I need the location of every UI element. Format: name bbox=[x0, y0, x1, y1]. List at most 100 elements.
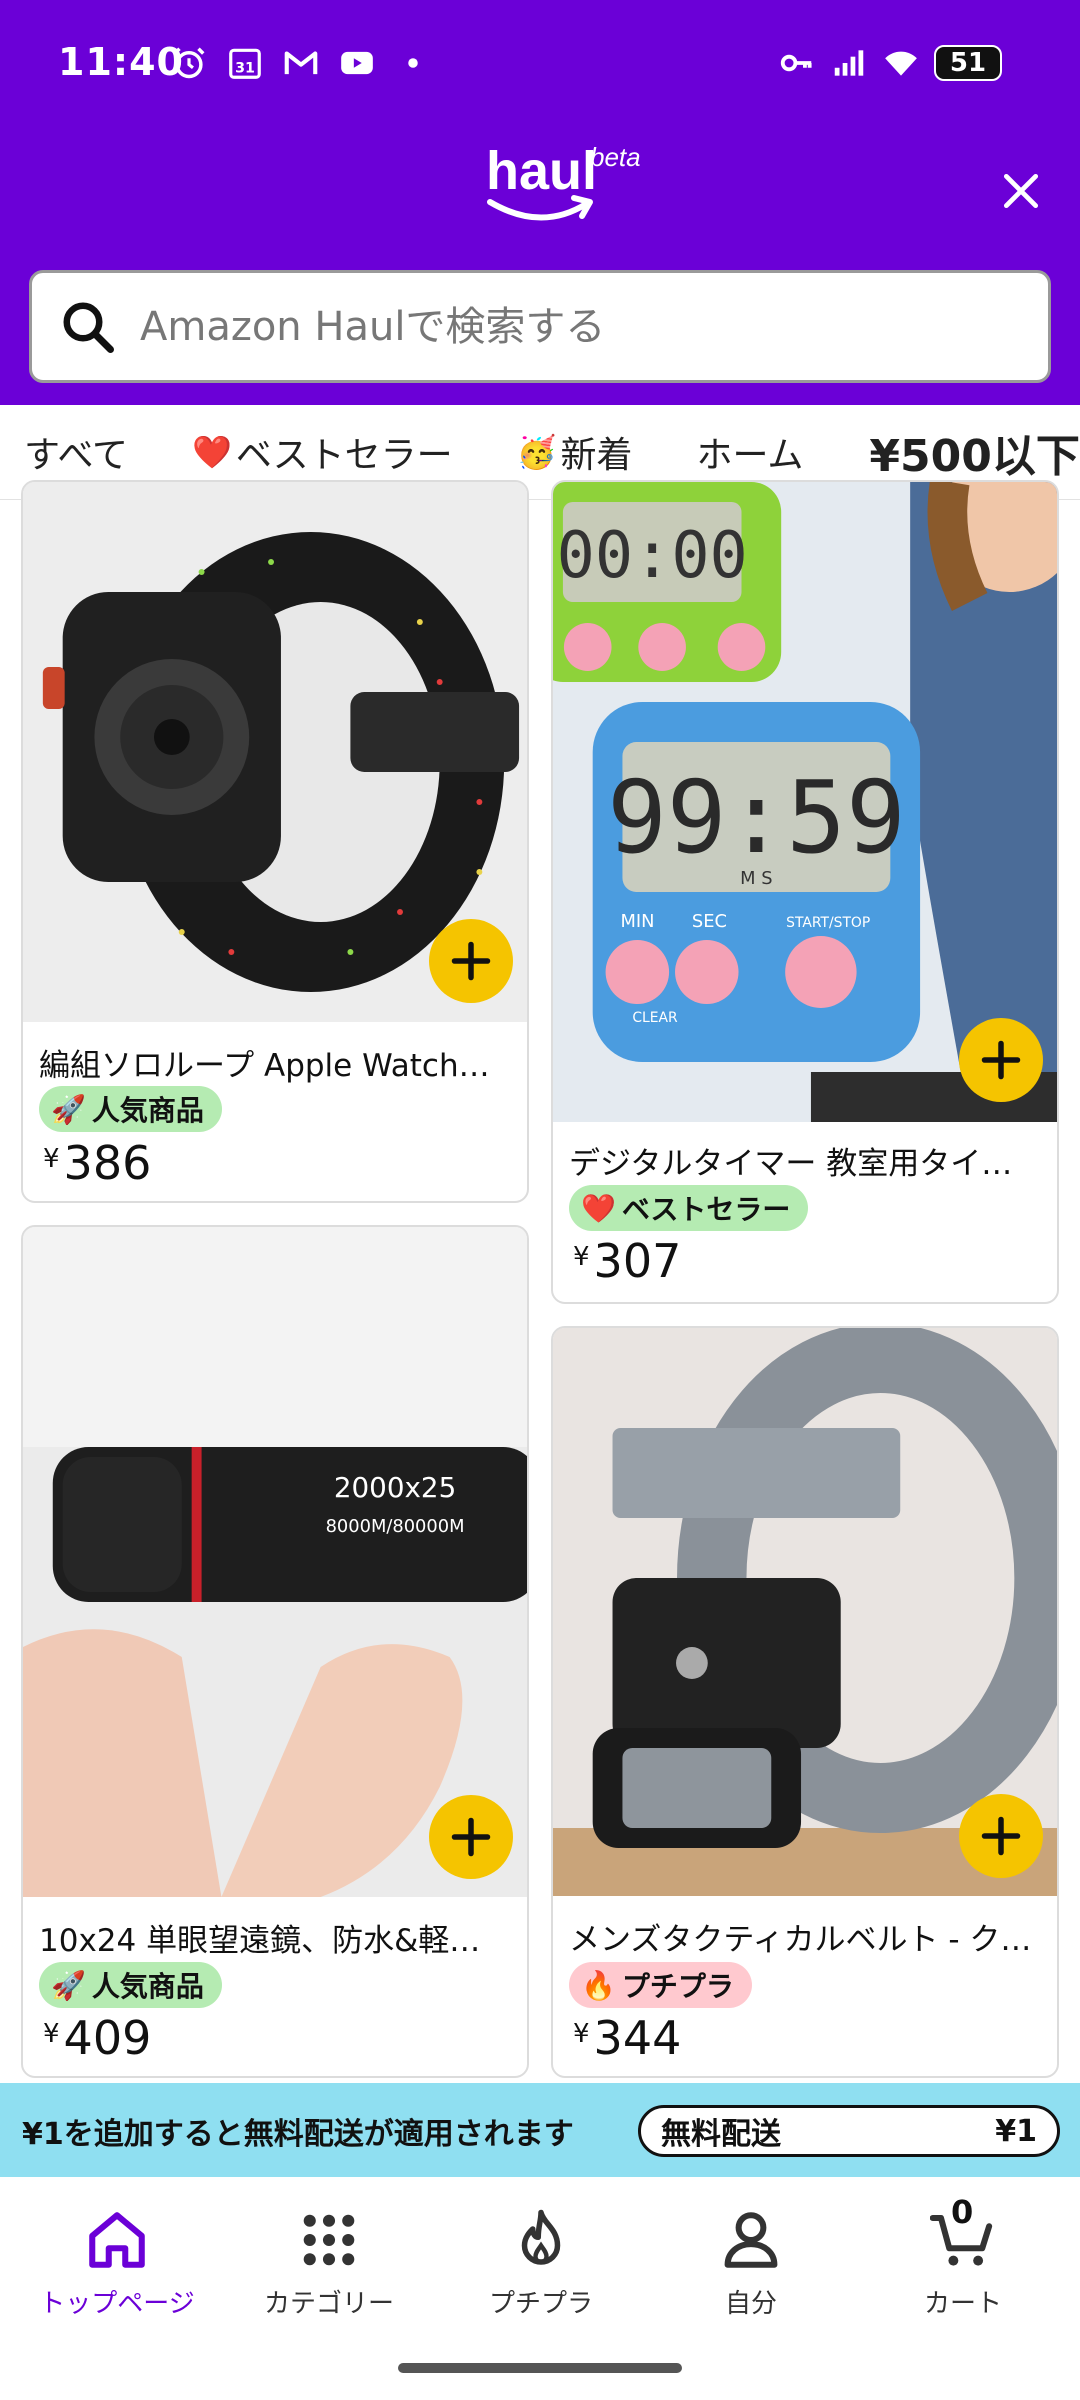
gmail-icon bbox=[282, 44, 320, 82]
calendar-day: 31 bbox=[235, 61, 255, 77]
nav-item-top-page[interactable]: トップページ bbox=[17, 2207, 217, 2320]
price-value: 344 bbox=[593, 2011, 682, 2065]
haul-logo: haul beta bbox=[486, 140, 646, 235]
battery-indicator: 51 bbox=[934, 45, 1002, 81]
search-bar[interactable] bbox=[29, 270, 1051, 383]
badge-label: プチプラ bbox=[621, 1970, 734, 2003]
haul-home-screen: 11:40 31 51 haul beta Amazon Haulで検索する す… bbox=[0, 0, 1080, 2400]
free-shipping-amount: ¥1 bbox=[995, 2113, 1037, 2149]
nav-label: プチプラ bbox=[488, 2289, 593, 2319]
scope-magnification-text: 2000x25 bbox=[334, 1471, 456, 1504]
rocket-icon: 🚀 bbox=[51, 1968, 86, 2002]
nav-item-account[interactable]: 自分 bbox=[651, 2207, 851, 2320]
more-notifications-dot-icon bbox=[394, 44, 432, 82]
timer-back-display: 00:00 bbox=[557, 519, 748, 593]
status-badge: 🔥 プチプラ bbox=[569, 1962, 752, 2008]
timer-ms-label: M S bbox=[740, 868, 772, 889]
add-to-cart-button[interactable] bbox=[959, 1794, 1043, 1878]
badge-label: 人気商品 bbox=[91, 1094, 204, 1127]
tab-under-500[interactable]: ¥500以下 bbox=[869, 420, 1079, 484]
product-price: ¥ 409 bbox=[43, 2011, 151, 2065]
logo-smile-icon bbox=[487, 195, 593, 221]
nav-item-petit-price[interactable]: プチプラ bbox=[441, 2207, 641, 2320]
nav-item-categories[interactable]: カテゴリー bbox=[229, 2207, 429, 2320]
plus-icon bbox=[981, 1040, 1021, 1080]
alarm-icon bbox=[170, 44, 208, 82]
nav-label: トップページ bbox=[39, 2289, 195, 2319]
shipping-message: ¥1を追加すると無料配送が適用されます bbox=[22, 2117, 574, 2152]
tab-new-arrivals[interactable]: 🥳 新着 bbox=[517, 426, 633, 478]
product-title: 編組ソロループ Apple Watch用… bbox=[39, 1048, 511, 1084]
heart-icon: ❤️ bbox=[192, 433, 232, 471]
system-icons: 51 bbox=[778, 44, 1002, 82]
currency-symbol: ¥ bbox=[573, 2019, 590, 2049]
add-to-cart-button[interactable] bbox=[959, 1018, 1043, 1102]
close-button[interactable] bbox=[990, 160, 1052, 222]
add-to-cart-button[interactable] bbox=[429, 919, 513, 1003]
close-icon bbox=[1003, 173, 1039, 209]
product-card[interactable]: 00:00 99:59 M S MIN SEC START/STOP CLEAR bbox=[551, 480, 1059, 1304]
status-badge: 🚀 人気商品 bbox=[39, 1086, 222, 1132]
tab-label: すべて bbox=[24, 435, 129, 476]
heart-icon: ❤️ bbox=[581, 1191, 616, 1225]
tab-label: ベストセラー bbox=[235, 435, 453, 476]
free-shipping-banner[interactable]: ¥1を追加すると無料配送が適用されます 無料配送 ¥1 bbox=[0, 2083, 1080, 2177]
timer-clear-label: CLEAR bbox=[632, 1010, 678, 1026]
status-time: 11:40 bbox=[58, 40, 184, 84]
home-icon bbox=[89, 2212, 145, 2268]
product-price: ¥ 386 bbox=[43, 1136, 151, 1190]
header: 11:40 31 51 haul beta Amazon Haulで検索する bbox=[0, 0, 1080, 405]
free-shipping-label: 無料配送 bbox=[661, 2117, 781, 2152]
notification-icons: 31 bbox=[170, 44, 432, 82]
person-icon bbox=[724, 2212, 778, 2268]
price-value: 307 bbox=[593, 1234, 682, 1288]
product-card[interactable]: メンズタクティカルベルト - ク… 🔥 プチプラ ¥ 344 bbox=[551, 1326, 1059, 2078]
status-badge: 🚀 人気商品 bbox=[39, 1962, 222, 2008]
free-shipping-progress-pill: 無料配送 ¥1 bbox=[638, 2105, 1060, 2157]
plus-icon bbox=[451, 1817, 491, 1857]
cell-signal-icon bbox=[830, 44, 868, 82]
currency-symbol: ¥ bbox=[43, 1144, 60, 1174]
nav-label: カート bbox=[923, 2289, 1002, 2319]
tab-label: 新着 bbox=[560, 435, 633, 476]
plus-icon bbox=[981, 1816, 1021, 1856]
status-badge: ❤️ ベストセラー bbox=[569, 1185, 809, 1231]
tab-all[interactable]: すべて bbox=[24, 426, 128, 478]
currency-symbol: ¥ bbox=[43, 2019, 60, 2049]
nav-label: カテゴリー bbox=[263, 2289, 394, 2319]
product-title: デジタルタイマー 教室用タイ… bbox=[569, 1146, 1013, 1182]
search-input[interactable] bbox=[140, 303, 1020, 350]
flame-icon: 🔥 bbox=[581, 1968, 616, 2002]
nav-label: 自分 bbox=[724, 2289, 777, 2319]
currency-symbol: ¥ bbox=[573, 1242, 590, 1272]
product-card[interactable]: 2000x25 8000M/80000M 10x24 単眼望遠鏡、防水&軽量… … bbox=[21, 1225, 529, 2078]
logo-beta: beta bbox=[590, 142, 641, 172]
product-title: 10x24 単眼望遠鏡、防水&軽量… bbox=[39, 1923, 511, 1959]
product-title: メンズタクティカルベルト - ク… bbox=[569, 1922, 1032, 1958]
price-value: 386 bbox=[63, 1136, 152, 1190]
grid-icon bbox=[303, 2214, 355, 2266]
vpn-key-icon bbox=[778, 44, 816, 82]
calendar-icon: 31 bbox=[226, 44, 264, 82]
timer-start-label: START/STOP bbox=[786, 915, 870, 931]
product-price: ¥ 307 bbox=[573, 1234, 681, 1288]
nav-item-cart[interactable]: 0 カート bbox=[863, 2193, 1063, 2320]
timer-sec-label: SEC bbox=[692, 911, 727, 932]
youtube-icon bbox=[338, 44, 376, 82]
product-image-monocular: 2000x25 8000M/80000M bbox=[23, 1227, 527, 1897]
timer-min-label: MIN bbox=[620, 911, 654, 932]
product-card[interactable]: 編組ソロループ Apple Watch用… 🚀 人気商品 ¥ 386 bbox=[21, 480, 529, 1203]
flame-icon bbox=[521, 2209, 561, 2265]
search-icon bbox=[63, 302, 114, 353]
plus-icon bbox=[451, 941, 491, 981]
home-indicator[interactable] bbox=[398, 2363, 682, 2373]
tab-bestseller[interactable]: ❤️ ベストセラー bbox=[192, 426, 453, 478]
badge-label: 人気商品 bbox=[91, 1970, 204, 2003]
add-to-cart-button[interactable] bbox=[429, 1795, 513, 1879]
tab-home[interactable]: ホーム bbox=[696, 426, 803, 478]
badge-label: ベストセラー bbox=[621, 1193, 791, 1226]
party-face-icon: 🥳 bbox=[516, 433, 557, 471]
cart-count-badge: 0 bbox=[951, 2193, 974, 2231]
product-price: ¥ 344 bbox=[573, 2011, 681, 2065]
tab-label: ホーム bbox=[696, 435, 804, 476]
